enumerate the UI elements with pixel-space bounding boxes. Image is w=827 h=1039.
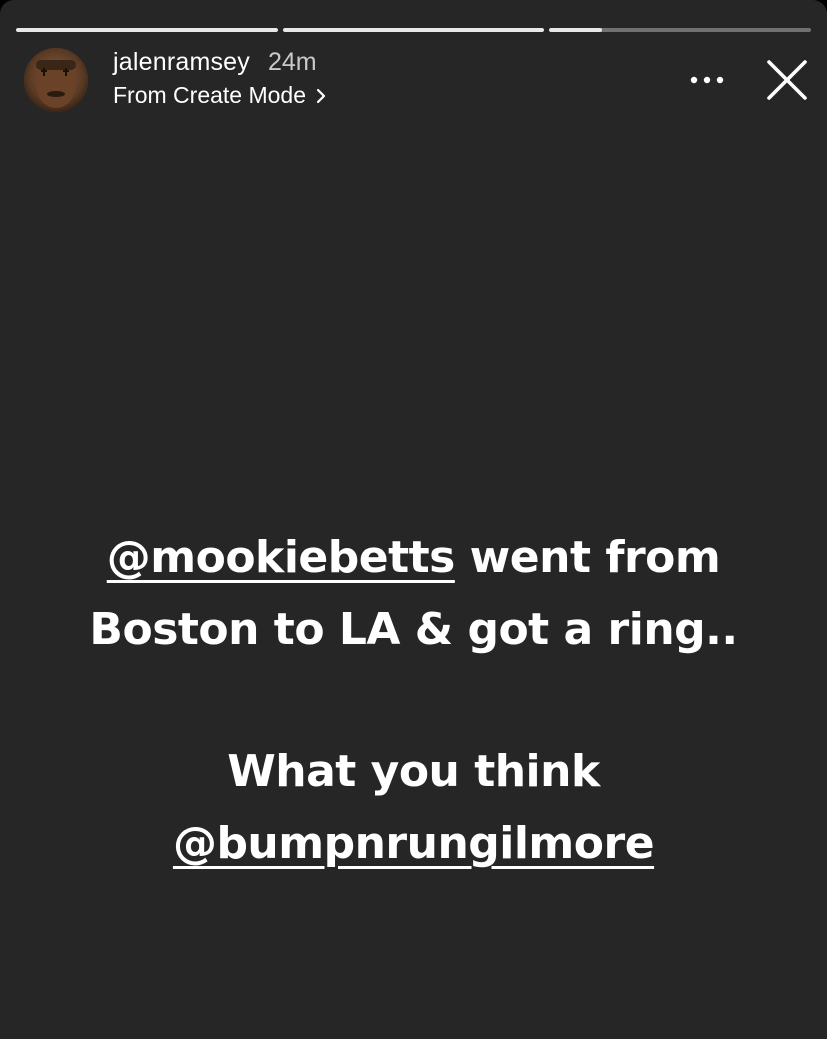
story-progress-bar	[16, 28, 812, 32]
story-text-fragment: went from	[454, 532, 721, 583]
avatar[interactable]	[24, 48, 88, 112]
progress-segment	[282, 28, 545, 32]
mention-bumpnrungilmore[interactable]: @bumpnrungilmore	[173, 818, 655, 869]
chevron-right-icon	[316, 88, 326, 103]
more-horizontal-icon	[690, 76, 724, 84]
progress-segment	[549, 28, 812, 32]
story-text-line: @bumpnrungilmore	[0, 808, 827, 880]
story-viewer[interactable]: jalenramsey 24m From Create Mode @mookie…	[0, 0, 827, 1039]
progress-segment-fill	[549, 28, 602, 32]
story-text-content: @mookiebetts went from Boston to LA & go…	[0, 522, 827, 880]
more-options-button[interactable]	[687, 62, 727, 98]
story-text-line: @mookiebetts went from	[0, 522, 827, 594]
story-timestamp: 24m	[267, 48, 317, 76]
mention-mookiebetts[interactable]: @mookiebetts	[107, 532, 456, 583]
close-button[interactable]	[763, 56, 811, 104]
subtitle-label: From Create Mode	[113, 82, 307, 108]
close-icon	[767, 60, 807, 100]
user-info: jalenramsey 24m From Create Mode	[113, 48, 328, 109]
progress-segment-fill	[16, 28, 278, 32]
create-mode-link[interactable]: From Create Mode	[113, 82, 328, 109]
user-line: jalenramsey 24m	[113, 48, 328, 82]
username[interactable]: jalenramsey	[113, 48, 250, 77]
story-header: jalenramsey 24m From Create Mode	[24, 48, 811, 112]
progress-segment-fill	[282, 28, 545, 32]
progress-segment	[16, 28, 278, 32]
story-text-line: Boston to LA & got a ring..	[89, 604, 738, 655]
profile-photo-icon	[24, 48, 88, 112]
story-text-line: What you think	[227, 746, 600, 797]
